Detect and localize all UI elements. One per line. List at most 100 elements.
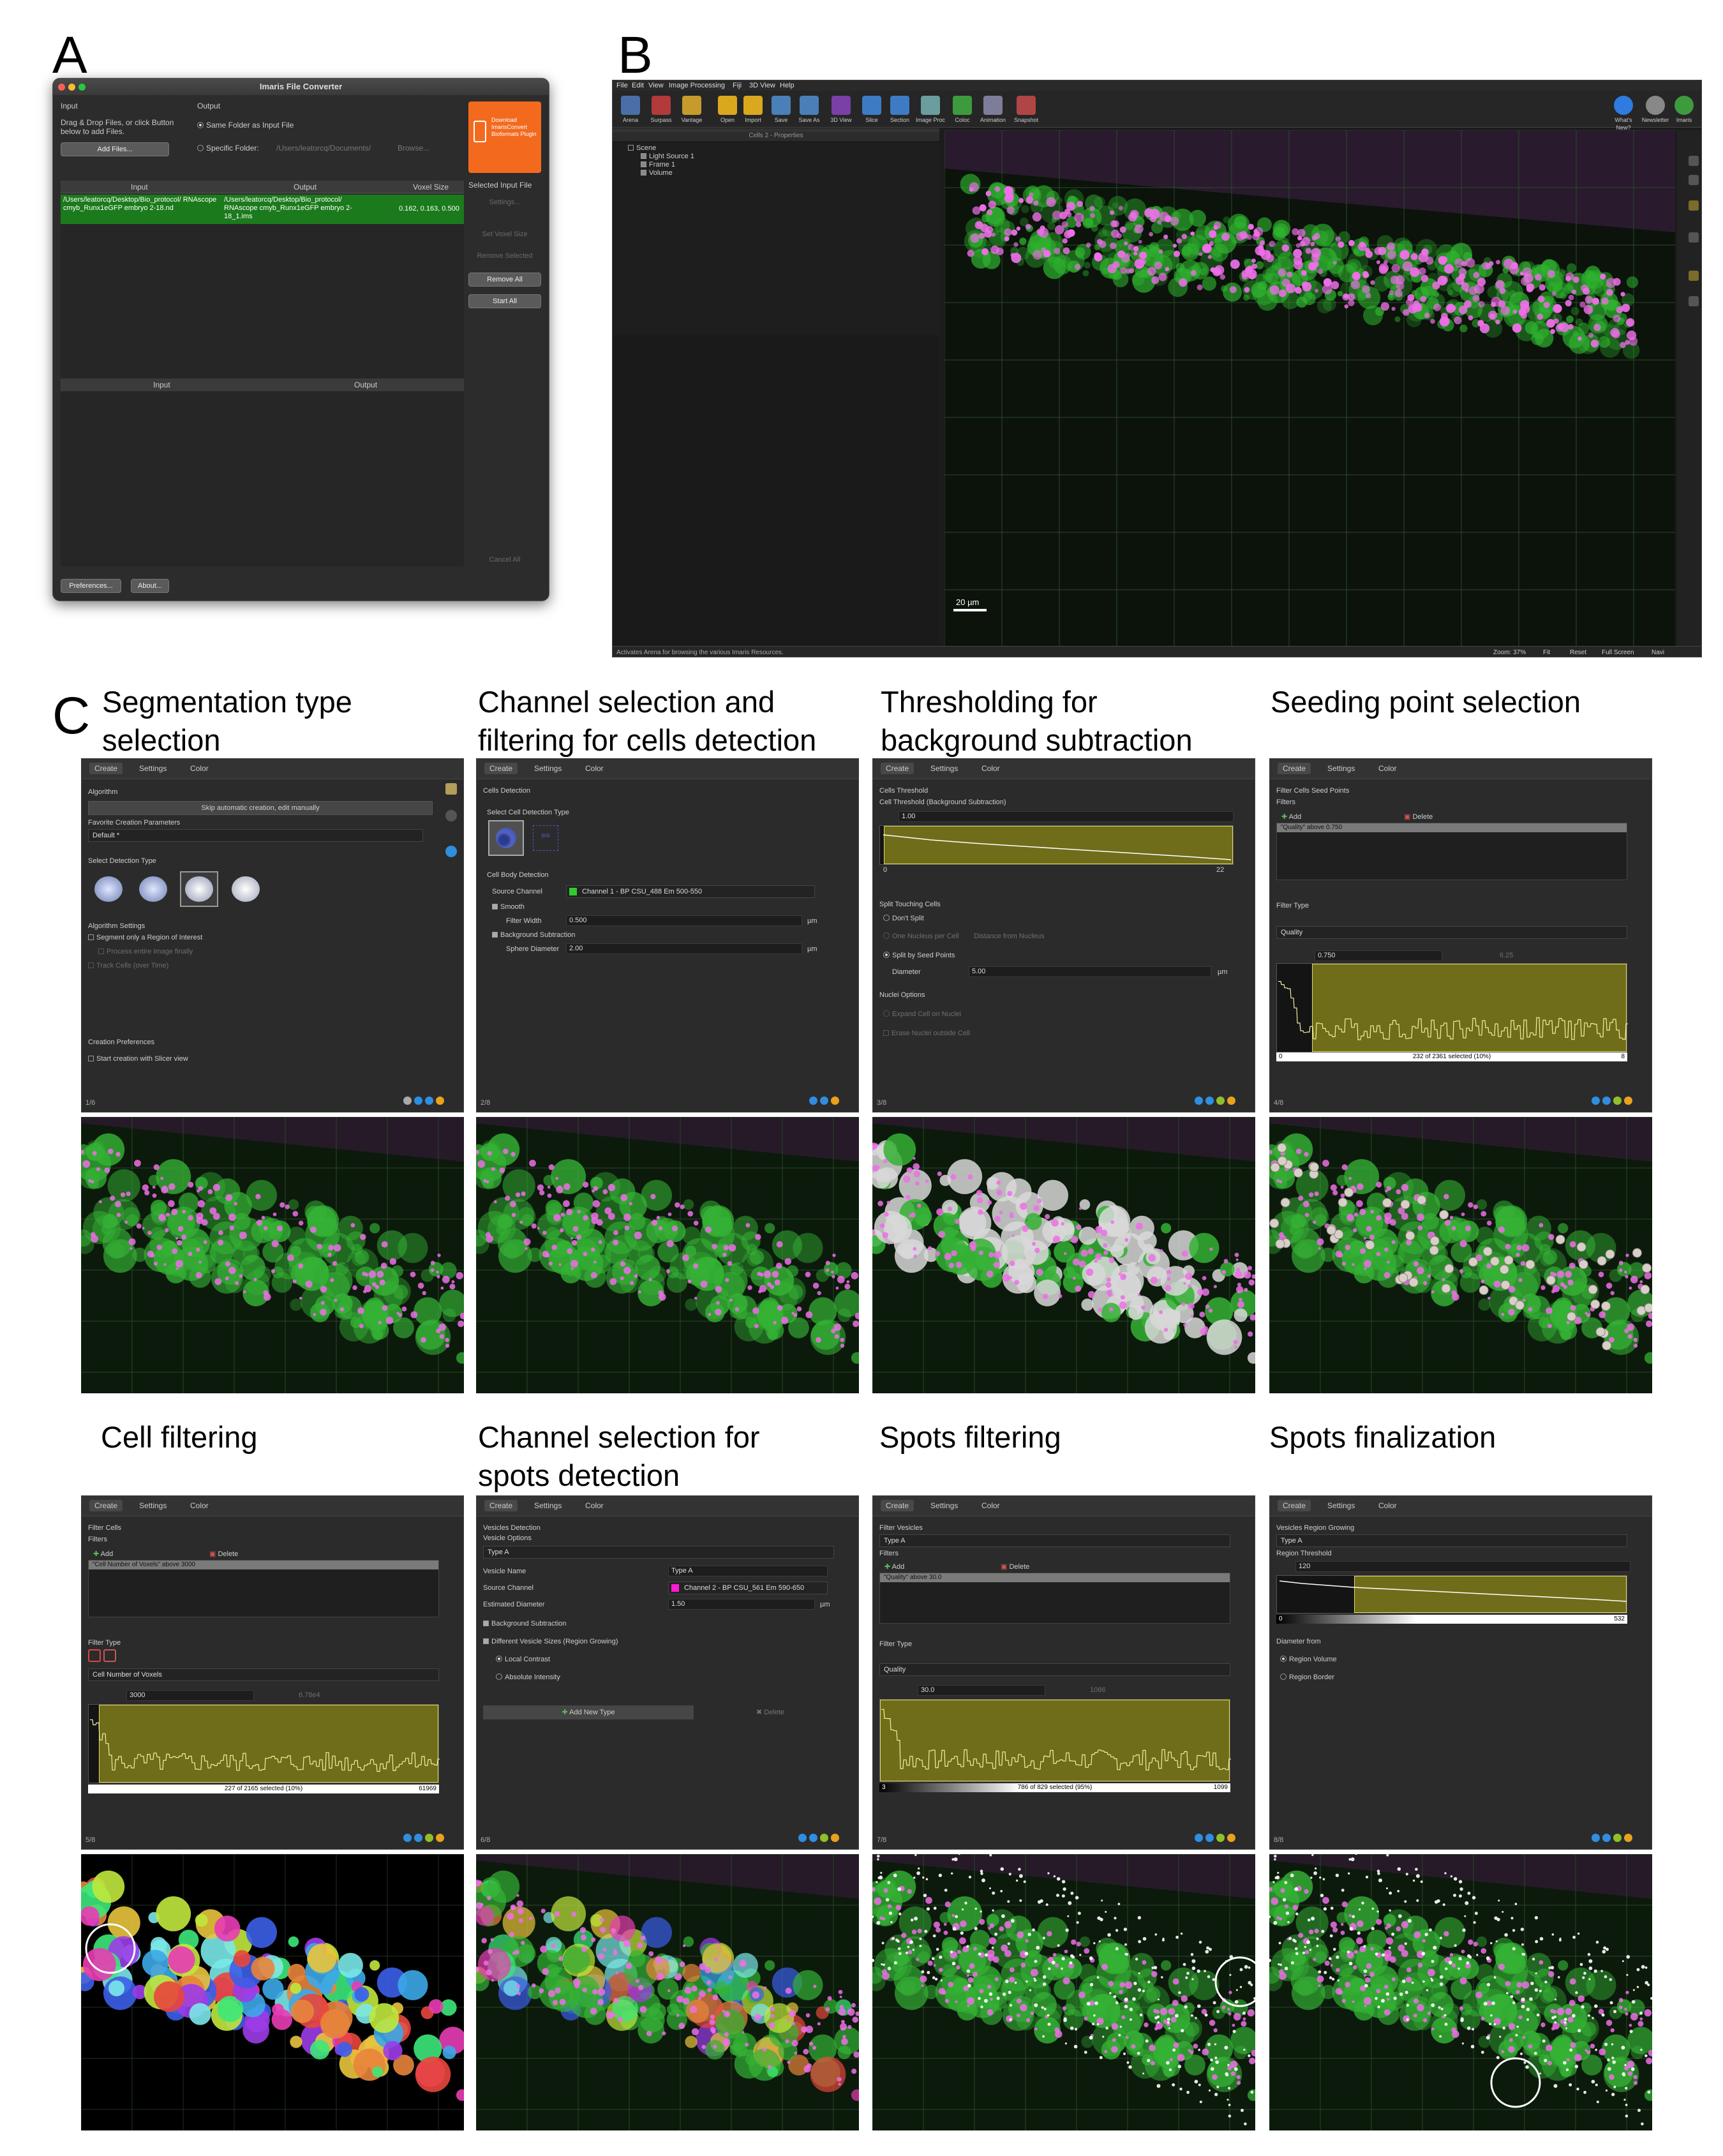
full-screen-button[interactable]: Full Screen [1602,649,1634,656]
diameter-input[interactable]: 5.00 [969,966,1211,977]
specific-folder-radio[interactable]: Specific Folder: [197,144,259,153]
lower-threshold-input[interactable]: 3000 [126,1690,254,1701]
tab-color[interactable]: Color [981,764,1000,773]
finish-icon[interactable] [1227,1097,1235,1105]
filter-width-input[interactable]: 0.500 [566,915,802,926]
tab-settings[interactable]: Settings [930,1501,958,1510]
delete-filter-button[interactable]: ▣ Delete [209,1550,238,1558]
tab-create[interactable]: Create [1278,1500,1311,1511]
quality-histogram[interactable] [1276,963,1628,1052]
cell-filter-icon[interactable] [88,1649,101,1662]
local-contrast-radio[interactable]: Local Contrast [496,1656,550,1663]
toolbar-save[interactable]: Save [766,93,796,126]
minimize-icon[interactable] [68,84,75,91]
absolute-intensity-radio[interactable]: Absolute Intensity [496,1673,560,1681]
tab-create[interactable]: Create [881,763,914,774]
camera-icon[interactable] [1689,232,1699,243]
roi-checkbox[interactable]: Segment only a Region of Interest [88,934,202,941]
delete-filter-button[interactable]: ▣ Delete [1404,812,1433,821]
tab-create[interactable]: Create [89,1500,123,1511]
quality-histogram[interactable] [879,1699,1231,1782]
threshold-histogram[interactable] [879,825,1234,865]
navi-button[interactable]: Navi [1652,649,1664,656]
toolbar-slice[interactable]: Slice [856,93,887,126]
smooth-checkbox[interactable]: Smooth [492,903,525,911]
tab-create[interactable]: Create [1278,763,1311,774]
source-channel-select[interactable]: Channel 2 - BP CSU_561 Em 590-650 [668,1582,828,1594]
threshold-value-input[interactable]: 1.00 [899,811,1234,822]
toolbar-vantage[interactable]: Vantage [676,93,707,126]
lower-threshold-input[interactable]: 0.750 [1315,950,1442,961]
run-icon[interactable] [425,1834,433,1842]
toolbar-snapshot[interactable]: Snapshot [1011,93,1041,126]
toolbar-save-as[interactable]: Save As [794,93,824,126]
filter-type-select[interactable]: Quality [1276,926,1627,939]
fit-button[interactable]: Fit [1543,649,1550,656]
upper-threshold-input[interactable]: 1086 [1090,1686,1105,1694]
tab-create[interactable]: Create [881,1500,914,1511]
bg-subtraction-checkbox[interactable]: Background Subtraction [483,1620,566,1628]
start-all-button[interactable]: Start All [468,294,541,308]
vesicle-type-select[interactable]: Type A [879,1534,1230,1547]
filter-type-select[interactable]: Quality [879,1663,1230,1676]
skip-button[interactable]: Skip automatic creation, edit manually [88,801,433,815]
run-icon[interactable] [1613,1097,1622,1105]
vesicle-name-input[interactable]: Type A [668,1566,828,1576]
add-files-button[interactable]: Add Files... [61,142,169,156]
add-filter-button[interactable]: ✚ Add [93,1550,113,1558]
tab-color[interactable]: Color [585,1501,604,1510]
one-nucleus-radio[interactable]: One Nucleus per Cell [883,932,959,940]
nuclei-type-icon[interactable]: ◎◎ [533,825,558,851]
pointer-icon[interactable] [1689,156,1699,166]
tab-settings[interactable]: Settings [534,764,562,773]
add-filter-button[interactable]: ✚ Add [1281,812,1301,821]
same-folder-radio[interactable]: Same Folder as Input File [197,121,294,130]
add-filter-button[interactable]: ✚ Add [884,1562,904,1571]
next-icon[interactable] [1602,1097,1611,1105]
tree-light-source[interactable]: Light Source 1 [641,153,694,160]
tree-frame[interactable]: Frame 1 [641,161,675,168]
tab-settings[interactable]: Settings [930,764,958,773]
toolbar-arena[interactable]: Arena [615,93,646,126]
tab-color[interactable]: Color [190,1501,209,1510]
tab-settings[interactable]: Settings [139,1501,167,1510]
back-icon[interactable] [1592,1097,1600,1105]
tab-settings[interactable]: Settings [139,764,167,773]
region-threshold-input[interactable]: 120 [1295,1561,1630,1572]
menu-file[interactable]: File [616,82,628,89]
back-icon[interactable] [1195,1097,1203,1105]
filter-row[interactable]: "Cell Number of Voxels" above 3000 [89,1561,438,1569]
spots-icon[interactable] [1689,271,1699,281]
delete-filter-button[interactable]: ▣ Delete [1001,1562,1029,1571]
finish-icon[interactable] [1624,1834,1632,1842]
back-icon[interactable] [403,1834,412,1842]
toolbar-import[interactable]: Import [738,93,768,126]
menu-view[interactable]: View [648,82,664,89]
erase-nuclei-checkbox[interactable]: Erase Nuclei outside Cell [883,1029,970,1037]
cancel-icon[interactable] [403,1097,412,1105]
add-new-type-button[interactable]: ✚ Add New Type [483,1705,694,1719]
filter-row[interactable]: "Quality" above 30.0 [880,1573,1230,1582]
remove-all-button[interactable]: Remove All [468,273,541,287]
tab-color[interactable]: Color [1378,764,1397,773]
filter-type-select[interactable]: Cell Number of Voxels [88,1668,439,1681]
finish-icon[interactable] [436,1097,444,1105]
split-seed-radio[interactable]: Split by Seed Points [883,952,955,959]
next-icon[interactable] [1205,1097,1214,1105]
tab-color[interactable]: Color [1378,1501,1397,1510]
cell-nucleus-vesicle-icon[interactable] [94,876,123,902]
download-plugin-banner[interactable]: Download ImarisConvert Bioformats Plugin [468,101,541,173]
favorite-params-select[interactable]: Default * [88,829,423,842]
tab-color[interactable]: Color [585,764,604,773]
expand-cell-radio[interactable]: Expand Cell on Nuclei [883,1010,961,1018]
run-icon[interactable] [1216,1097,1225,1105]
help-icon[interactable] [445,846,457,857]
tab-settings[interactable]: Settings [1327,1501,1355,1510]
next-icon[interactable] [820,1097,828,1105]
about-button[interactable]: About... [131,579,169,593]
back-icon[interactable] [1592,1834,1600,1842]
finish-icon[interactable] [1227,1834,1235,1842]
back-icon[interactable] [414,1097,422,1105]
delete-type-button[interactable]: ✖ Delete [706,1705,834,1719]
remove-selected-button[interactable]: Remove Selected [468,252,541,260]
